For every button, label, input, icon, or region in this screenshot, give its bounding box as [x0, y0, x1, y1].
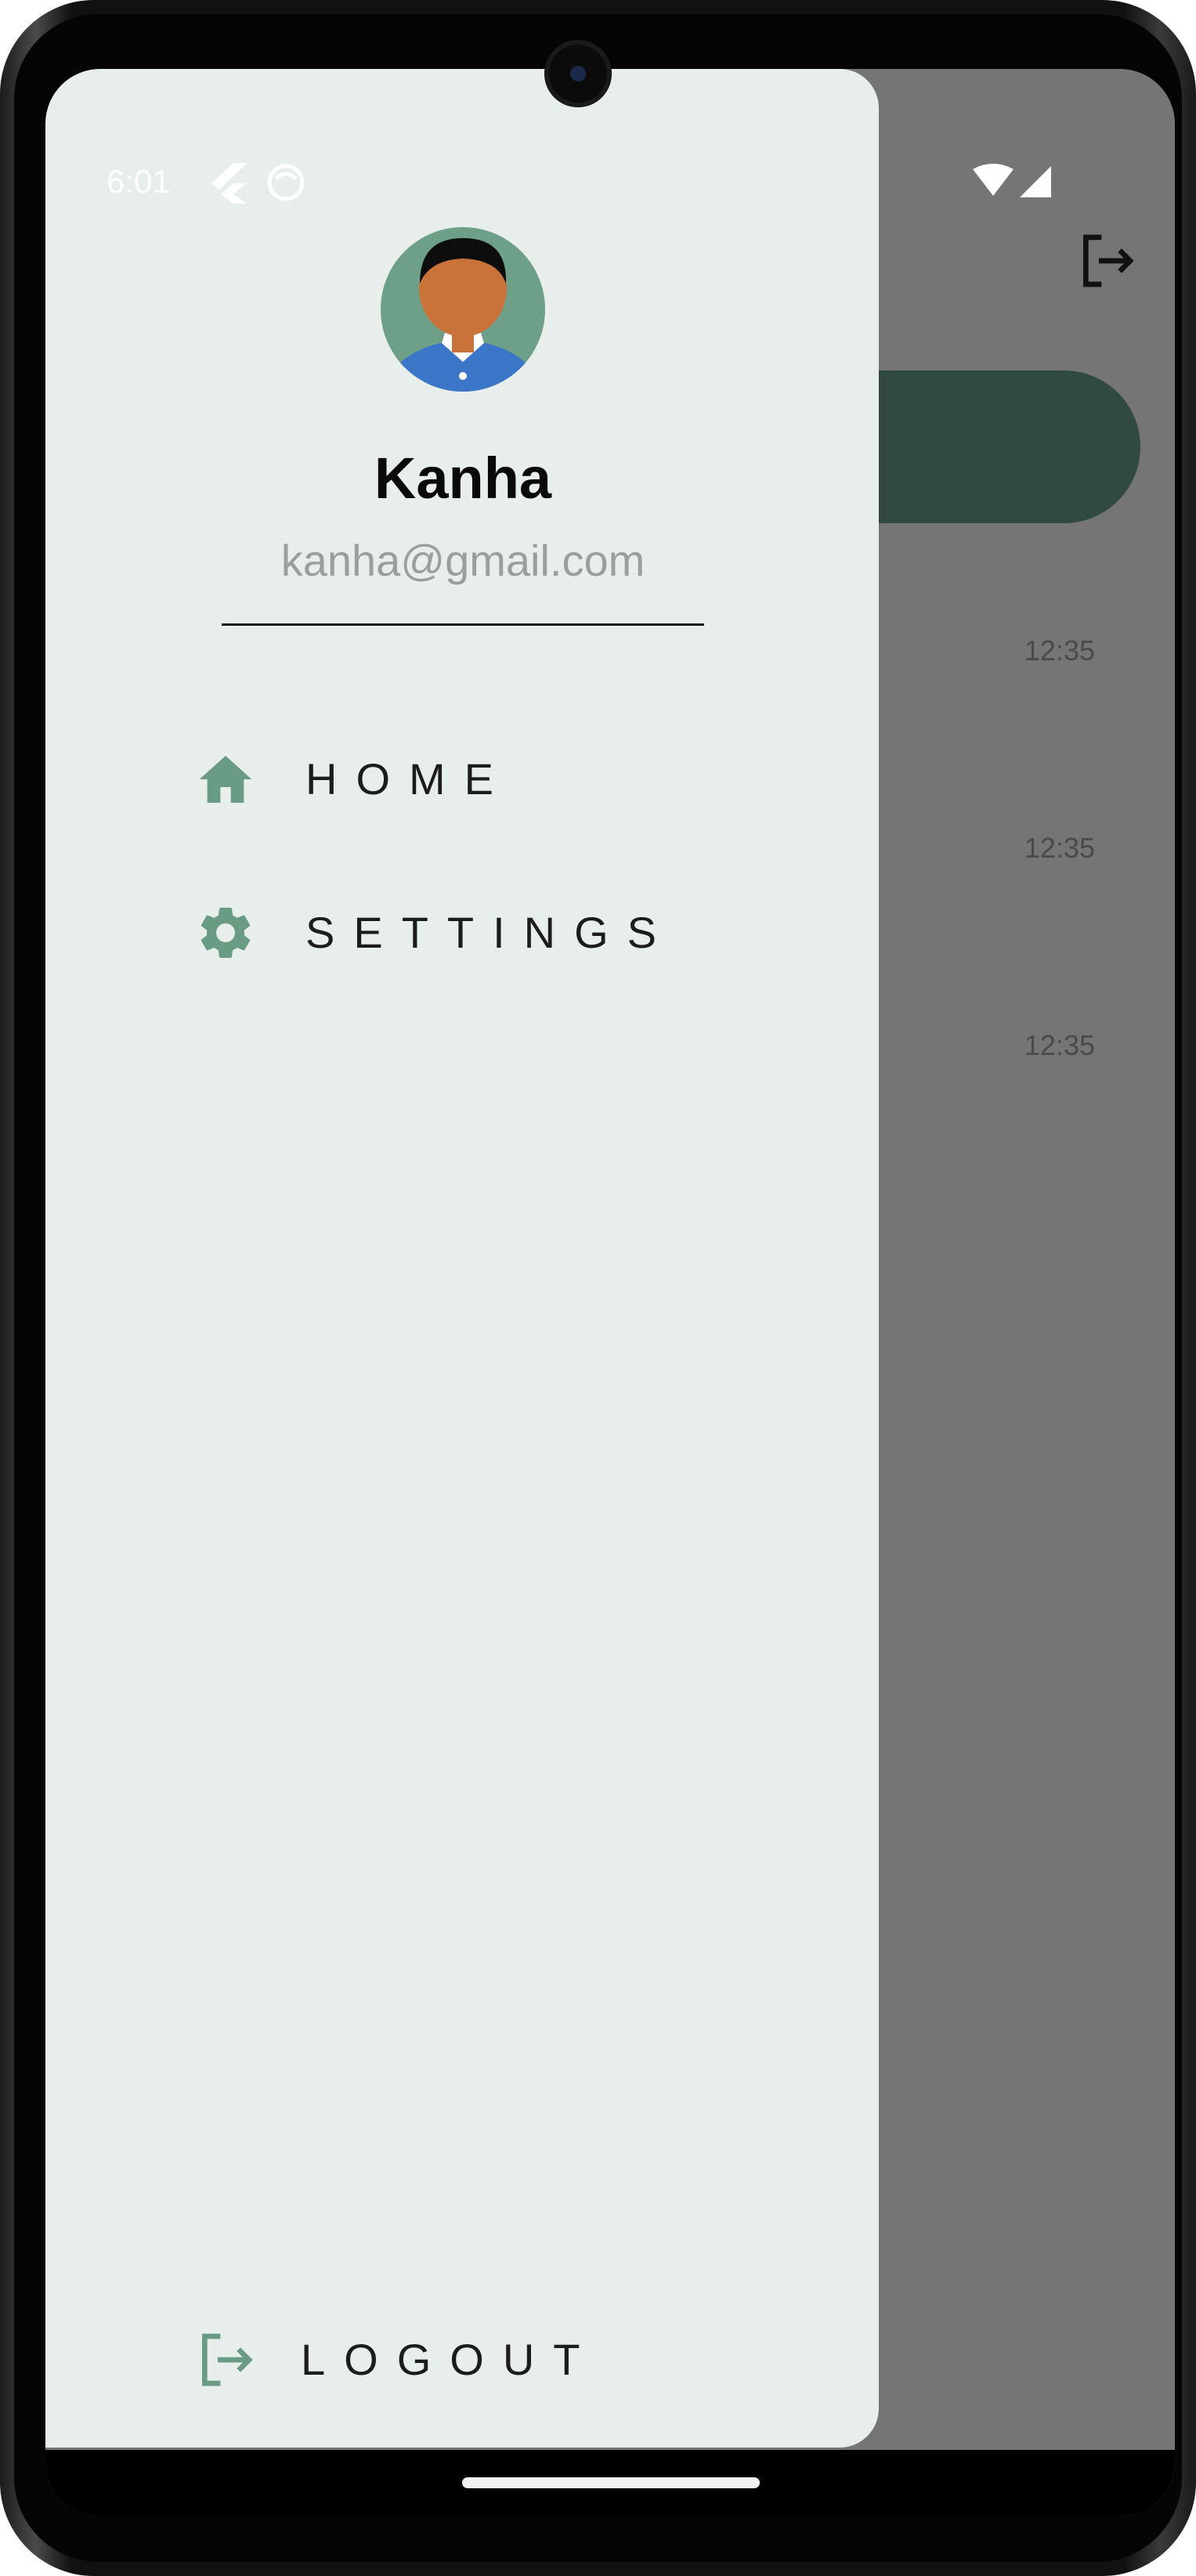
status-indicators — [970, 163, 1056, 206]
wifi-icon — [973, 164, 1014, 196]
navigation-drawer: 6:01 Kanha kanha@gmail.com HOME SETTINGS… — [45, 69, 879, 2448]
logout-icon — [194, 2329, 257, 2391]
signal-icon — [1020, 166, 1051, 197]
menu-item-label: SETTINGS — [305, 908, 676, 957]
screen: 12:35 12:35 12:35 6:01 Kanha kanha@gmail… — [45, 69, 1175, 2516]
home-indicator[interactable] — [462, 2477, 760, 2488]
logout-label: LOGOUT — [301, 2335, 599, 2384]
list-item-time: 12:35 — [1024, 1029, 1095, 1061]
list-item-time: 12:35 — [1024, 634, 1095, 667]
menu-item-settings[interactable]: SETTINGS — [155, 882, 829, 976]
flutter-icon — [210, 161, 249, 208]
list-item-time: 12:35 — [1024, 832, 1095, 864]
appbar-logout-icon[interactable] — [1075, 229, 1138, 292]
gear-icon — [194, 901, 257, 964]
front-camera — [544, 40, 612, 107]
circle-status-icon — [265, 161, 307, 208]
menu-item-label: HOME — [305, 754, 512, 804]
home-icon — [194, 748, 257, 811]
status-time: 6:01 — [107, 163, 171, 200]
phone-bezel: 12:35 12:35 12:35 6:01 Kanha kanha@gmail… — [14, 14, 1182, 2562]
avatar[interactable] — [381, 227, 545, 392]
logout-button[interactable]: LOGOUT — [155, 2309, 829, 2403]
user-name: Kanha — [374, 446, 552, 511]
header-divider — [222, 623, 704, 626]
menu-item-home[interactable]: HOME — [155, 728, 829, 822]
phone-frame: 12:35 12:35 12:35 6:01 Kanha kanha@gmail… — [0, 0, 1196, 2576]
user-email: kanha@gmail.com — [280, 536, 645, 585]
